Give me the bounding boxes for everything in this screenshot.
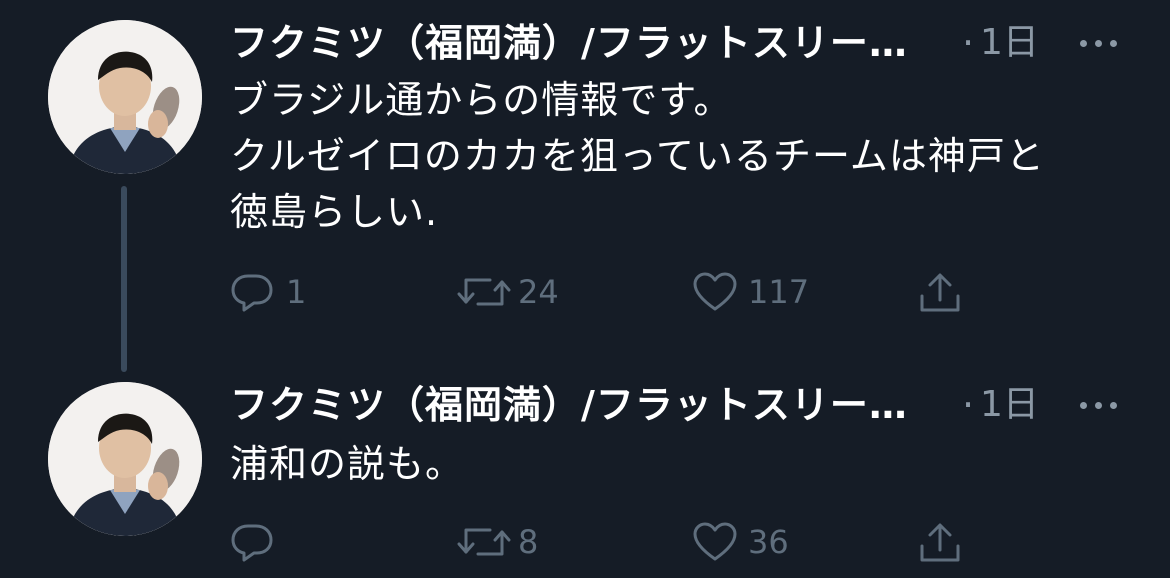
retweet-button[interactable]: 24	[456, 264, 576, 320]
more-dots-icon[interactable]	[1076, 30, 1122, 56]
tweet-header: フクミツ（福岡満）/フラットスリー… · 1日	[230, 18, 1140, 68]
retweet-arrows-icon	[457, 528, 511, 556]
reply-button[interactable]: 1	[230, 264, 320, 320]
separator-dot: ·	[962, 383, 975, 427]
separator-dot: ·	[962, 21, 975, 65]
retweet-button[interactable]: 8	[456, 514, 576, 570]
timestamp[interactable]: 1日	[980, 18, 1039, 68]
reply-bubble-icon	[231, 274, 273, 312]
author-name[interactable]: フクミツ（福岡満）/フラットスリー…	[230, 18, 908, 68]
retweet-count: 8	[518, 523, 539, 561]
tweet-text: 浦和の説も。	[230, 436, 464, 492]
reply-button[interactable]	[230, 514, 320, 570]
tweet-text-line: ブラジル通からの情報です。	[230, 78, 733, 122]
like-count: 117	[748, 273, 810, 311]
tweet-text-line: クルゼイロのカカを狙っているチームは神戸と	[230, 134, 1045, 178]
like-count: 36	[748, 523, 789, 561]
retweet-count: 24	[518, 273, 559, 311]
retweet-arrows-icon	[457, 278, 511, 306]
reply-bubble-icon	[231, 524, 273, 562]
tweet[interactable]: フクミツ（福岡満）/フラットスリー… · 1日 ブラジル通からの情報です。 クル…	[0, 0, 1170, 372]
timestamp[interactable]: 1日	[980, 380, 1039, 430]
more-dots-icon[interactable]	[1076, 392, 1122, 418]
author-name[interactable]: フクミツ（福岡満）/フラットスリー…	[230, 380, 908, 430]
like-button[interactable]: 36	[692, 514, 822, 570]
heart-icon	[693, 522, 737, 561]
heart-icon	[693, 272, 737, 311]
tweet-thread: フクミツ（福岡満）/フラットスリー… · 1日 ブラジル通からの情報です。 クル…	[0, 0, 1170, 578]
thread-connector-line	[121, 186, 127, 372]
avatar[interactable]	[48, 382, 202, 536]
tweet-actions: 8 36	[230, 514, 1170, 570]
share-upload-icon	[920, 523, 960, 562]
reply-count: 1	[286, 273, 307, 311]
share-upload-icon	[920, 273, 960, 312]
tweet-text-line: 浦和の説も。	[230, 442, 465, 486]
share-button[interactable]	[918, 264, 968, 320]
avatar-photo	[48, 20, 202, 174]
avatar[interactable]	[48, 20, 202, 174]
avatar-photo	[48, 382, 202, 536]
tweet-header: フクミツ（福岡満）/フラットスリー… · 1日	[230, 380, 1140, 430]
tweet-text-line: 徳島らしい.	[230, 190, 439, 234]
share-button[interactable]	[918, 514, 968, 570]
tweet-text: ブラジル通からの情報です。 クルゼイロのカカを狙っているチームは神戸と 徳島らし…	[230, 72, 1045, 240]
tweet-actions: 1 24 117	[230, 264, 1170, 320]
like-button[interactable]: 117	[692, 264, 822, 320]
